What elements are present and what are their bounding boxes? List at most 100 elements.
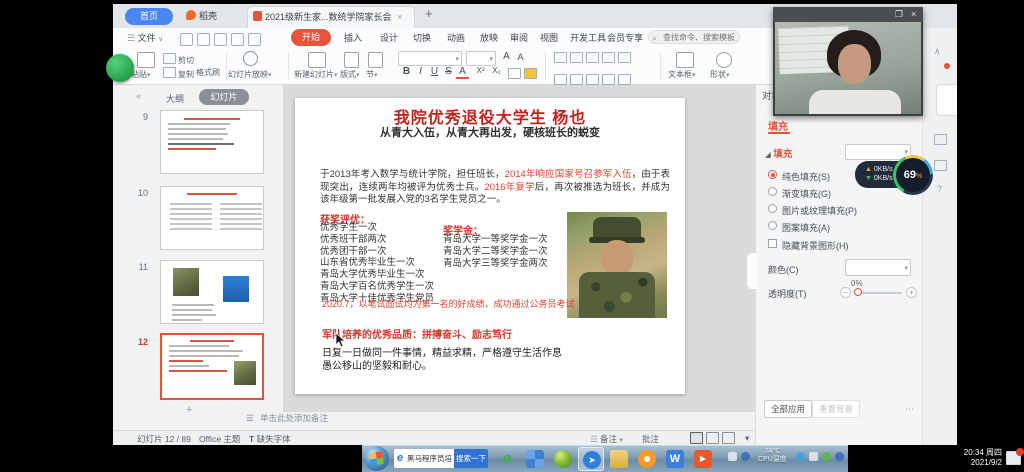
menu-slideshow[interactable]: 放映 xyxy=(480,31,498,46)
new-slide-icon[interactable] xyxy=(308,52,326,68)
taskbar-wpp-app[interactable]: ▶ xyxy=(690,447,716,471)
menu-animation[interactable]: 动画 xyxy=(447,31,465,46)
taskbar-360-app[interactable] xyxy=(550,447,576,471)
rail-help-icon[interactable]: ? xyxy=(937,184,942,194)
taskbar-clock[interactable]: 20:34 周四2021/9/2 xyxy=(938,448,1002,468)
radio-pattern-fill[interactable] xyxy=(768,221,777,230)
font-color-icon[interactable]: A xyxy=(456,66,469,79)
start-button[interactable] xyxy=(364,446,389,471)
slide-thumbnail-12-selected[interactable] xyxy=(160,333,264,400)
increase-font-icon[interactable]: A xyxy=(500,51,513,62)
tab-docer[interactable]: 稻壳 xyxy=(186,9,217,24)
indent-decrease-icon[interactable] xyxy=(586,52,599,63)
textbox-button[interactable]: 文本框▾ xyxy=(668,69,696,80)
color-combo[interactable]: ▾ xyxy=(845,259,911,276)
font-size-combo[interactable]: ▾ xyxy=(466,51,496,66)
paste-icon[interactable] xyxy=(137,52,155,68)
menu-file[interactable]: ☰ 文件 ∨ xyxy=(127,31,163,46)
justify-icon[interactable] xyxy=(602,74,615,85)
reading-view-icon[interactable] xyxy=(722,432,735,444)
cut-button[interactable]: 剪切 xyxy=(163,53,194,66)
slide-paragraph[interactable]: 于2013年考入数学与统计学院，担任班长，2014年响应国家号召参军入伍，由于表… xyxy=(320,169,670,207)
numbering-icon[interactable] xyxy=(570,52,583,63)
soldier-photo[interactable] xyxy=(567,212,667,318)
panel-more-button[interactable]: ⋯ xyxy=(905,404,914,415)
tab-close-icon[interactable]: × xyxy=(397,12,402,22)
fill-tab[interactable]: 填充 xyxy=(768,118,788,133)
apply-all-button[interactable]: 全部应用 xyxy=(764,400,812,418)
restore-window-icon[interactable]: ❐ xyxy=(895,9,903,20)
menu-member[interactable]: 会员专享 xyxy=(607,31,643,46)
menu-start[interactable]: 开始 xyxy=(291,29,331,46)
clear-format-icon[interactable] xyxy=(508,68,521,79)
menu-view[interactable]: 视图 xyxy=(540,31,558,46)
transparency-minus[interactable]: − xyxy=(840,287,851,298)
underline-icon[interactable]: U xyxy=(428,66,441,77)
taskbar-media-app[interactable] xyxy=(522,447,548,471)
taskbar-recorder-app[interactable] xyxy=(634,447,660,471)
comments-toggle[interactable]: 批注 xyxy=(642,433,659,445)
cpu-usage-gauge[interactable]: 69% xyxy=(893,155,933,195)
pattern-fill-label[interactable]: 图案填充(A) xyxy=(782,221,830,234)
slideshow-button[interactable]: 幻灯片放映▾ xyxy=(228,69,272,80)
missing-font-indicator[interactable]: T 缺失字体 xyxy=(249,433,291,445)
tray-icon[interactable] xyxy=(728,452,737,461)
strikethrough-icon[interactable]: S xyxy=(442,66,455,77)
paste-button[interactable]: 粘贴▾ xyxy=(131,69,151,80)
notification-icon[interactable] xyxy=(1006,451,1021,465)
font-name-combo[interactable]: ▾ xyxy=(398,51,462,66)
indent-increase-icon[interactable] xyxy=(602,52,615,63)
section-button[interactable]: 节▾ xyxy=(366,69,378,80)
floating-assistant-bubble[interactable] xyxy=(106,54,134,82)
layout-button[interactable]: 版式▾ xyxy=(340,69,360,80)
italic-icon[interactable]: I xyxy=(414,66,427,77)
panel-collapse-handle[interactable] xyxy=(746,252,757,290)
menu-review[interactable]: 审阅 xyxy=(510,31,528,46)
rail-chevron-up-icon[interactable]: ∧ xyxy=(934,46,941,57)
layout-icon[interactable] xyxy=(344,52,359,68)
textbox-icon[interactable] xyxy=(676,52,694,68)
radio-picture-fill[interactable] xyxy=(768,204,777,213)
command-search-input[interactable] xyxy=(648,30,740,44)
slide-thumbnail-11[interactable] xyxy=(160,260,264,324)
theme-name[interactable]: Office 主题 xyxy=(199,433,240,445)
section-icon[interactable] xyxy=(368,52,383,68)
fill-section-header[interactable]: ◢ 填充 xyxy=(765,146,792,160)
view-options-caret[interactable]: ▾ xyxy=(745,433,749,444)
slide-thumbnail-9[interactable] xyxy=(160,110,264,174)
decrease-font-icon[interactable]: A xyxy=(514,52,527,62)
menu-transition[interactable]: 切换 xyxy=(413,31,431,46)
bullets-icon[interactable] xyxy=(554,52,567,63)
rail-beautify-icon[interactable] xyxy=(934,134,947,145)
print-preview-icon[interactable] xyxy=(214,33,227,46)
solid-fill-label[interactable]: 纯色填充(S) xyxy=(782,170,830,183)
tab-home[interactable]: 首页 xyxy=(125,8,173,25)
superscript-icon[interactable]: X² xyxy=(474,66,487,75)
align-center-icon[interactable] xyxy=(570,74,583,85)
taskbar-wps-app[interactable]: W xyxy=(662,447,688,471)
picture-fill-label[interactable]: 图片或纹理填充(P) xyxy=(782,204,857,217)
close-window-icon[interactable]: × xyxy=(911,9,916,19)
tab-outline[interactable]: 大纲 xyxy=(166,92,184,105)
transparency-plus[interactable]: + xyxy=(906,287,917,298)
line-spacing-icon[interactable] xyxy=(618,52,631,63)
radio-solid-fill[interactable] xyxy=(768,170,777,179)
slideshow-play-icon[interactable] xyxy=(243,51,258,66)
taskbar-remote-app-active[interactable]: ➤ xyxy=(578,447,604,471)
add-slide-button[interactable]: + xyxy=(186,404,192,416)
video-window-titlebar[interactable]: ❐ × xyxy=(773,7,923,22)
format-painter-button[interactable]: 格式刷 xyxy=(196,67,220,78)
rail-active-tab[interactable] xyxy=(936,84,957,116)
subscript-icon[interactable]: X₂ xyxy=(490,66,503,75)
gradient-fill-label[interactable]: 渐变填充(G) xyxy=(782,187,831,200)
normal-view-icon[interactable] xyxy=(690,432,703,444)
cpu-temperature-widget[interactable]: 74℃CPU温度 xyxy=(758,448,787,464)
video-call-window[interactable]: ❐ × xyxy=(773,7,923,116)
taskbar-folder[interactable] xyxy=(606,447,632,471)
notes-toggle[interactable]: ☰ 备注 ▾ xyxy=(590,433,623,445)
collapse-panel-icon[interactable]: « xyxy=(136,91,141,101)
menu-devtools[interactable]: 开发工具 xyxy=(570,31,606,46)
menu-design[interactable]: 设计 xyxy=(380,31,398,46)
slide-thumbnail-10[interactable] xyxy=(160,186,264,250)
transparency-slider-handle[interactable] xyxy=(854,288,862,296)
